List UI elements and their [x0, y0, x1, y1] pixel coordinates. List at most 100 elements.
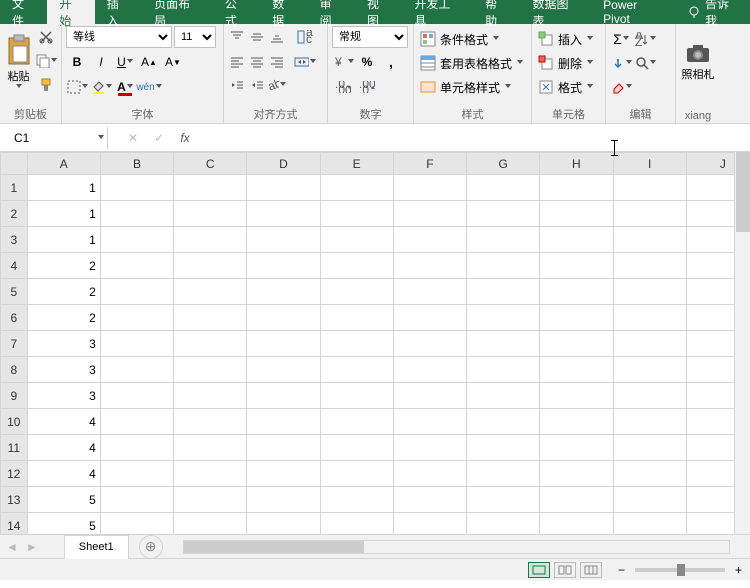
- sheet-tab[interactable]: Sheet1: [64, 535, 129, 559]
- cell-D6[interactable]: [247, 305, 320, 331]
- cell-H9[interactable]: [540, 383, 613, 409]
- row-header-13[interactable]: 13: [1, 487, 28, 513]
- formula-input[interactable]: [198, 127, 750, 149]
- cell-B10[interactable]: [100, 409, 173, 435]
- normal-view-button[interactable]: [528, 562, 550, 578]
- cell-I3[interactable]: [613, 227, 686, 253]
- fill-color-button[interactable]: [90, 76, 112, 98]
- cell-I6[interactable]: [613, 305, 686, 331]
- cell-B8[interactable]: [100, 357, 173, 383]
- cell-B14[interactable]: [100, 513, 173, 535]
- cell-G13[interactable]: [467, 487, 540, 513]
- align-left-button[interactable]: [228, 53, 246, 71]
- cell-B13[interactable]: [100, 487, 173, 513]
- insert-cells-button[interactable]: 插入: [536, 28, 595, 50]
- vertical-scrollbar[interactable]: [734, 152, 750, 534]
- cell-I2[interactable]: [613, 201, 686, 227]
- cell-E7[interactable]: [320, 331, 393, 357]
- cell-C12[interactable]: [174, 461, 247, 487]
- cell-E5[interactable]: [320, 279, 393, 305]
- increase-decimal-button[interactable]: .0.00: [332, 76, 354, 98]
- cell-B7[interactable]: [100, 331, 173, 357]
- cell-F2[interactable]: [393, 201, 466, 227]
- menu-tab-11[interactable]: Power Pivot: [591, 0, 677, 24]
- cell-H4[interactable]: [540, 253, 613, 279]
- cell-A12[interactable]: 4: [27, 461, 100, 487]
- cell-F9[interactable]: [393, 383, 466, 409]
- row-header-3[interactable]: 3: [1, 227, 28, 253]
- cell-D13[interactable]: [247, 487, 320, 513]
- cell-C10[interactable]: [174, 409, 247, 435]
- align-bottom-button[interactable]: [268, 28, 286, 46]
- cell-G12[interactable]: [467, 461, 540, 487]
- cell-B6[interactable]: [100, 305, 173, 331]
- horizontal-scrollbar[interactable]: [183, 540, 730, 554]
- copy-button[interactable]: [35, 50, 57, 72]
- col-header-G[interactable]: G: [467, 153, 540, 175]
- cell-H8[interactable]: [540, 357, 613, 383]
- cell-D14[interactable]: [247, 513, 320, 535]
- comma-button[interactable]: ,: [380, 51, 402, 73]
- menu-tab-2[interactable]: 插入: [95, 0, 142, 24]
- cell-H3[interactable]: [540, 227, 613, 253]
- cell-A2[interactable]: 1: [27, 201, 100, 227]
- cell-F13[interactable]: [393, 487, 466, 513]
- cell-D2[interactable]: [247, 201, 320, 227]
- cell-C5[interactable]: [174, 279, 247, 305]
- cell-F8[interactable]: [393, 357, 466, 383]
- cell-D4[interactable]: [247, 253, 320, 279]
- col-header-E[interactable]: E: [320, 153, 393, 175]
- paste-button[interactable]: 粘贴: [4, 26, 33, 98]
- cell-I8[interactable]: [613, 357, 686, 383]
- cell-G2[interactable]: [467, 201, 540, 227]
- col-header-B[interactable]: B: [100, 153, 173, 175]
- insert-function-button[interactable]: fx: [172, 127, 198, 149]
- cell-C7[interactable]: [174, 331, 247, 357]
- page-break-view-button[interactable]: [580, 562, 602, 578]
- col-header-H[interactable]: H: [540, 153, 613, 175]
- new-sheet-button[interactable]: ⊕: [139, 535, 163, 559]
- decrease-decimal-button[interactable]: .00.0: [356, 76, 378, 98]
- cell-I13[interactable]: [613, 487, 686, 513]
- cell-H2[interactable]: [540, 201, 613, 227]
- cell-E12[interactable]: [320, 461, 393, 487]
- cell-C8[interactable]: [174, 357, 247, 383]
- cell-E6[interactable]: [320, 305, 393, 331]
- font-size-select[interactable]: 11: [174, 26, 216, 48]
- cell-H14[interactable]: [540, 513, 613, 535]
- menu-tab-6[interactable]: 审阅: [308, 0, 355, 24]
- cell-G8[interactable]: [467, 357, 540, 383]
- format-cells-button[interactable]: 格式: [536, 76, 595, 98]
- cell-B3[interactable]: [100, 227, 173, 253]
- find-button[interactable]: [634, 52, 656, 74]
- col-header-F[interactable]: F: [393, 153, 466, 175]
- cell-E1[interactable]: [320, 175, 393, 201]
- cut-button[interactable]: [35, 26, 57, 48]
- cell-C11[interactable]: [174, 435, 247, 461]
- cell-A6[interactable]: 2: [27, 305, 100, 331]
- cell-H6[interactable]: [540, 305, 613, 331]
- fill-button[interactable]: [610, 52, 632, 74]
- row-header-4[interactable]: 4: [1, 253, 28, 279]
- cell-G11[interactable]: [467, 435, 540, 461]
- cell-F1[interactable]: [393, 175, 466, 201]
- cell-E8[interactable]: [320, 357, 393, 383]
- cell-G3[interactable]: [467, 227, 540, 253]
- cell-H13[interactable]: [540, 487, 613, 513]
- cell-D12[interactable]: [247, 461, 320, 487]
- cell-D11[interactable]: [247, 435, 320, 461]
- cell-D3[interactable]: [247, 227, 320, 253]
- italic-button[interactable]: I: [90, 51, 112, 73]
- zoom-out-button[interactable]: −: [618, 563, 625, 577]
- cell-A13[interactable]: 5: [27, 487, 100, 513]
- cell-C4[interactable]: [174, 253, 247, 279]
- cell-I10[interactable]: [613, 409, 686, 435]
- conditional-format-button[interactable]: 条件格式: [418, 28, 501, 50]
- menu-tab-0[interactable]: 文件: [0, 0, 47, 24]
- cell-H10[interactable]: [540, 409, 613, 435]
- cell-F10[interactable]: [393, 409, 466, 435]
- cell-F11[interactable]: [393, 435, 466, 461]
- cell-H12[interactable]: [540, 461, 613, 487]
- cell-I9[interactable]: [613, 383, 686, 409]
- cell-E9[interactable]: [320, 383, 393, 409]
